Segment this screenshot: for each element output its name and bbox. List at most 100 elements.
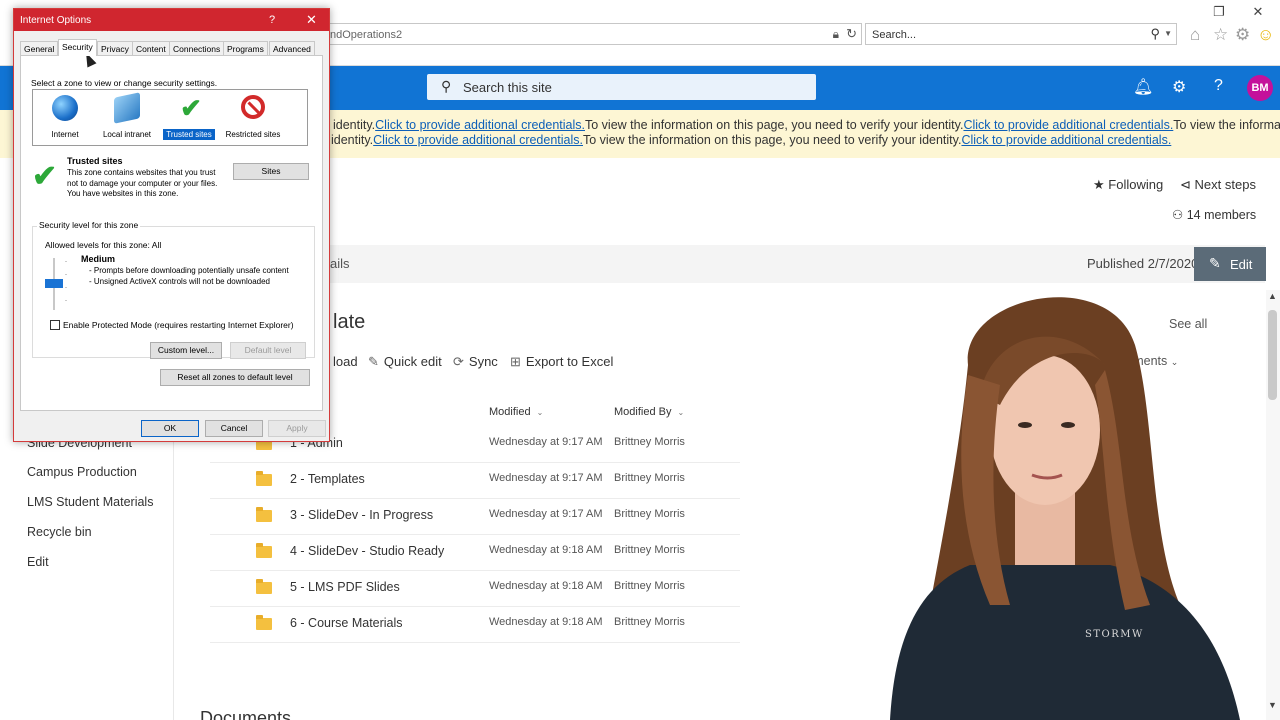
tab-content[interactable]: Content bbox=[132, 41, 170, 55]
favorites-star-icon[interactable]: ☆ bbox=[1213, 25, 1228, 45]
nav-recycle-bin[interactable]: Recycle bin bbox=[27, 525, 92, 539]
tab-privacy[interactable]: Privacy bbox=[97, 41, 133, 55]
following-button[interactable]: ★ Following bbox=[1093, 177, 1163, 193]
bell-icon[interactable]: 🔔︎ bbox=[1133, 77, 1153, 97]
library-title: late bbox=[333, 311, 366, 333]
security-slider-thumb[interactable] bbox=[45, 279, 63, 288]
gear-icon[interactable]: ⚙ bbox=[1172, 77, 1186, 97]
folder-name[interactable]: 3 - SlideDev - In Progress bbox=[290, 508, 433, 522]
scroll-down-icon[interactable]: ▼ bbox=[1268, 700, 1277, 710]
dialog-title: Internet Options bbox=[20, 15, 92, 26]
dialog-titlebar[interactable]: Internet Options ? ✕ bbox=[14, 9, 329, 31]
provide-credentials-link[interactable]: Click to provide additional credentials. bbox=[375, 118, 585, 132]
help-icon[interactable]: ? bbox=[1214, 77, 1223, 95]
folder-name[interactable]: 5 - LMS PDF Slides bbox=[290, 580, 400, 594]
provide-credentials-link[interactable]: Click to provide additional credentials. bbox=[373, 133, 583, 147]
zone-desc-text: This zone contains websites that you tru… bbox=[67, 168, 218, 188]
zone-list: Internet Local intranet ✔ Trusted sites … bbox=[32, 89, 308, 146]
table-row[interactable]: 4 - SlideDev - Studio Ready Wednesday at … bbox=[210, 535, 740, 571]
table-row[interactable]: 3 - SlideDev - In Progress Wednesday at 9… bbox=[210, 499, 740, 535]
site-search-box[interactable]: ⚲ Search this site bbox=[427, 74, 816, 100]
export-to-excel-command[interactable]: ⊞ Export to Excel bbox=[510, 354, 613, 370]
modified-by[interactable]: Brittney Morris bbox=[614, 544, 685, 556]
modified-by-column-header[interactable]: Modified By ⌄ bbox=[614, 406, 684, 418]
ok-button[interactable]: OK bbox=[141, 420, 199, 437]
tab-connections[interactable]: Connections bbox=[169, 41, 225, 55]
banner-line-2: identity.Click to provide additional cre… bbox=[331, 133, 1171, 147]
upload-command[interactable]: load bbox=[333, 354, 358, 369]
table-row[interactable]: 6 - Course Materials Wednesday at 9:18 AM… bbox=[210, 607, 740, 643]
upload-label: load bbox=[333, 354, 358, 369]
close-icon[interactable]: ✕ bbox=[306, 12, 317, 28]
zone-local-intranet[interactable]: Local intranet bbox=[97, 90, 157, 146]
documents-heading: Documents bbox=[200, 708, 292, 720]
table-row[interactable]: 5 - LMS PDF Slides Wednesday at 9:18 AM Br… bbox=[210, 571, 740, 607]
browser-search-box[interactable]: Search... ⚲ ▼ bbox=[865, 23, 1177, 45]
address-bar[interactable]: ndOperations2 🔒︎ ↻ bbox=[330, 23, 862, 45]
slider-ticks: ---- bbox=[65, 259, 67, 304]
modified-by[interactable]: Brittney Morris bbox=[614, 580, 685, 592]
default-level-button[interactable]: Default level bbox=[230, 342, 306, 359]
zone-trusted-sites[interactable]: ✔ Trusted sites bbox=[161, 90, 221, 146]
lock-icon[interactable]: 🔒︎ bbox=[833, 27, 839, 42]
provide-credentials-link[interactable]: Click to provide additional credentials. bbox=[963, 118, 1173, 132]
chevron-down-icon: ⌄ bbox=[536, 408, 544, 417]
refresh-icon[interactable]: ↻ bbox=[846, 26, 857, 42]
apply-button[interactable]: Apply bbox=[268, 420, 326, 437]
modified-by[interactable]: Brittney Morris bbox=[614, 436, 685, 448]
table-row[interactable]: 2 - Templates Wednesday at 9:17 AM Brittne… bbox=[210, 463, 740, 499]
search-icon[interactable]: ⚲ bbox=[1150, 26, 1160, 42]
chevron-down-icon[interactable]: ▼ bbox=[1164, 29, 1172, 38]
zone-trusted-sites-label: Trusted sites bbox=[163, 129, 215, 140]
modified-date: Wednesday at 9:18 AM bbox=[489, 616, 603, 628]
cancel-button[interactable]: Cancel bbox=[205, 420, 263, 437]
folder-name[interactable]: 2 - Templates bbox=[290, 472, 365, 486]
help-icon[interactable]: ? bbox=[269, 14, 275, 26]
nav-edit[interactable]: Edit bbox=[27, 555, 49, 569]
zone-internet-label: Internet bbox=[51, 130, 79, 139]
folder-name[interactable]: 4 - SlideDev - Studio Ready bbox=[290, 544, 444, 558]
address-text: ndOperations2 bbox=[330, 29, 403, 41]
modified-by[interactable]: Brittney Morris bbox=[614, 472, 685, 484]
protected-mode-checkbox[interactable] bbox=[50, 320, 60, 330]
sync-label: Sync bbox=[468, 354, 498, 369]
home-icon[interactable]: ⌂ bbox=[1190, 25, 1200, 45]
modified-column-header[interactable]: Modified ⌄ bbox=[489, 406, 543, 418]
modified-by[interactable]: Brittney Morris bbox=[614, 616, 685, 628]
tab-security[interactable]: Security bbox=[58, 39, 97, 56]
zone-local-intranet-label: Local intranet bbox=[102, 130, 152, 139]
tab-programs[interactable]: Programs bbox=[223, 41, 268, 55]
zone-prompt: Select a zone to view or change security… bbox=[31, 78, 218, 88]
reset-all-zones-button[interactable]: Reset all zones to default level bbox=[160, 369, 310, 386]
page-details-link[interactable]: ails bbox=[330, 256, 350, 271]
modified-date: Wednesday at 9:17 AM bbox=[489, 508, 603, 520]
zone-internet[interactable]: Internet bbox=[35, 90, 95, 146]
custom-level-button[interactable]: Custom level... bbox=[150, 342, 222, 359]
quick-edit-command[interactable]: ✎ Quick edit bbox=[368, 354, 442, 370]
scroll-up-icon[interactable]: ▲ bbox=[1268, 291, 1277, 301]
modified-header-label: Modified bbox=[489, 406, 531, 418]
scrollbar-thumb[interactable] bbox=[1268, 310, 1277, 400]
nav-lms-student-materials[interactable]: LMS Student Materials bbox=[27, 495, 153, 509]
provide-credentials-link[interactable]: Click to provide additional credentials. bbox=[961, 133, 1171, 147]
tab-general[interactable]: General bbox=[20, 41, 59, 55]
avatar[interactable]: BM bbox=[1247, 75, 1273, 101]
security-tab-panel: Select a zone to view or change security… bbox=[20, 55, 323, 411]
close-window-icon[interactable]: ✕ bbox=[1248, 4, 1268, 20]
sync-command[interactable]: ⟳ Sync bbox=[453, 354, 498, 370]
settings-gear-icon[interactable]: ⚙ bbox=[1235, 25, 1250, 45]
following-label: Following bbox=[1108, 177, 1164, 192]
modified-by[interactable]: Brittney Morris bbox=[614, 508, 685, 520]
folder-name[interactable]: 6 - Course Materials bbox=[290, 616, 403, 630]
zone-has-sites-text: You have websites in this zone. bbox=[67, 189, 179, 198]
zone-restricted-sites[interactable]: Restricted sites bbox=[223, 90, 283, 146]
sites-button[interactable]: Sites bbox=[233, 163, 309, 180]
restore-window-icon[interactable]: ❐ bbox=[1209, 4, 1229, 20]
members-button[interactable]: ⚇ 14 members bbox=[1172, 207, 1256, 222]
intranet-icon bbox=[114, 92, 140, 124]
tab-advanced[interactable]: Advanced bbox=[269, 41, 315, 55]
smiley-feedback-icon[interactable]: ☺ bbox=[1257, 25, 1274, 45]
next-steps-button[interactable]: ⊲ Next steps bbox=[1180, 177, 1256, 193]
nav-campus-production[interactable]: Campus Production bbox=[27, 465, 137, 479]
security-level-label: Security level for this zone bbox=[37, 220, 141, 230]
